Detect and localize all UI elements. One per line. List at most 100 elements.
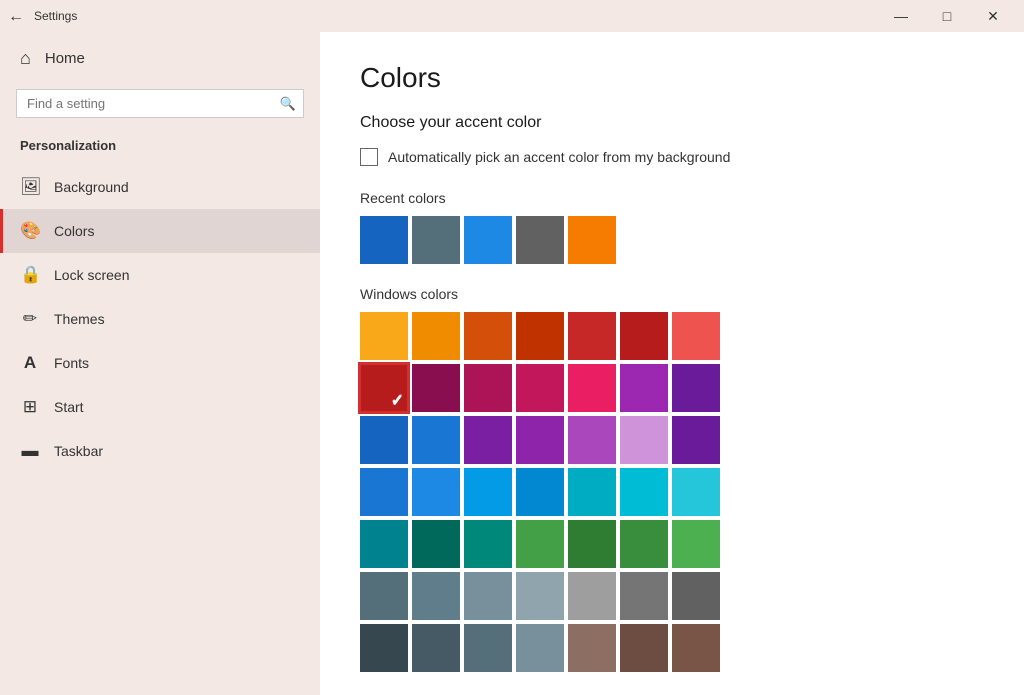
sidebar-label-taskbar: Taskbar (54, 443, 103, 459)
app-title: Settings (34, 9, 77, 23)
color-cell[interactable] (360, 416, 408, 464)
recent-color-swatch[interactable] (412, 216, 460, 264)
auto-accent-checkbox[interactable] (360, 148, 378, 166)
color-cell[interactable] (672, 364, 720, 412)
color-cell[interactable] (672, 312, 720, 360)
taskbar-icon: ▬ (20, 441, 40, 461)
sidebar-label-fonts: Fonts (54, 355, 89, 371)
close-button[interactable]: ✕ (970, 0, 1016, 32)
color-cell[interactable] (412, 572, 460, 620)
sidebar-search: 🔍 (16, 89, 304, 118)
recent-color-swatch[interactable] (464, 216, 512, 264)
color-cell[interactable] (464, 416, 512, 464)
color-cell[interactable] (516, 364, 564, 412)
color-cell[interactable] (464, 520, 512, 568)
recent-color-swatch[interactable] (360, 216, 408, 264)
sidebar-item-fonts[interactable]: A Fonts (0, 341, 320, 385)
color-cell[interactable] (568, 572, 616, 620)
color-cell[interactable] (568, 468, 616, 516)
color-cell[interactable]: ✓ (360, 364, 408, 412)
sidebar-label-lock-screen: Lock screen (54, 267, 129, 283)
sidebar-item-taskbar[interactable]: ▬ Taskbar (0, 429, 320, 473)
sidebar-label-background: Background (54, 179, 129, 195)
color-row (360, 468, 984, 516)
color-cell[interactable] (412, 468, 460, 516)
color-cell[interactable] (516, 468, 564, 516)
back-icon[interactable]: ← (8, 8, 24, 24)
color-cell[interactable] (568, 416, 616, 464)
color-row (360, 312, 984, 360)
search-input[interactable] (16, 89, 304, 118)
color-cell[interactable] (412, 520, 460, 568)
page-title: Colors (360, 62, 984, 94)
color-cell[interactable] (620, 624, 668, 672)
color-cell[interactable] (360, 624, 408, 672)
color-cell[interactable] (620, 416, 668, 464)
main-layout: ⌂ Home 🔍 Personalization 🖼 Background 🎨 … (0, 32, 1024, 695)
color-cell[interactable] (620, 468, 668, 516)
color-cell[interactable] (568, 364, 616, 412)
sidebar-item-lock-screen[interactable]: 🔒 Lock screen (0, 253, 320, 297)
start-icon: ⊞ (20, 397, 40, 417)
color-row (360, 416, 984, 464)
color-cell[interactable] (412, 312, 460, 360)
sidebar-label-colors: Colors (54, 223, 94, 239)
color-cell[interactable] (672, 572, 720, 620)
themes-icon: ✏ (20, 309, 40, 329)
color-cell[interactable] (672, 416, 720, 464)
sidebar-section-title: Personalization (0, 130, 320, 165)
color-cell[interactable] (516, 312, 564, 360)
color-cell[interactable] (568, 520, 616, 568)
color-cell[interactable] (620, 364, 668, 412)
recent-color-swatch[interactable] (516, 216, 564, 264)
sidebar-label-start: Start (54, 399, 84, 415)
sidebar: ⌂ Home 🔍 Personalization 🖼 Background 🎨 … (0, 32, 320, 695)
color-cell[interactable] (464, 468, 512, 516)
search-icon: 🔍 (280, 96, 296, 112)
background-icon: 🖼 (20, 177, 40, 197)
color-cell[interactable] (516, 624, 564, 672)
title-bar: ← Settings — □ ✕ (0, 0, 1024, 32)
fonts-icon: A (20, 353, 40, 373)
sidebar-item-home[interactable]: ⌂ Home (0, 32, 320, 85)
color-cell[interactable] (516, 416, 564, 464)
color-cell[interactable] (620, 520, 668, 568)
color-row (360, 572, 984, 620)
color-row (360, 520, 984, 568)
color-cell[interactable] (672, 624, 720, 672)
color-cell[interactable] (464, 364, 512, 412)
sidebar-item-start[interactable]: ⊞ Start (0, 385, 320, 429)
color-cell[interactable] (516, 520, 564, 568)
sidebar-item-background[interactable]: 🖼 Background (0, 165, 320, 209)
color-cell[interactable] (464, 572, 512, 620)
color-cell[interactable] (672, 520, 720, 568)
color-cell[interactable] (620, 312, 668, 360)
color-cell[interactable] (516, 572, 564, 620)
color-cell[interactable] (412, 416, 460, 464)
color-cell[interactable] (360, 468, 408, 516)
maximize-button[interactable]: □ (924, 0, 970, 32)
sidebar-item-colors[interactable]: 🎨 Colors (0, 209, 320, 253)
color-cell[interactable] (464, 624, 512, 672)
color-cell[interactable] (464, 312, 512, 360)
sidebar-item-themes[interactable]: ✏ Themes (0, 297, 320, 341)
auto-accent-checkbox-row[interactable]: Automatically pick an accent color from … (360, 148, 984, 166)
color-cell[interactable] (568, 624, 616, 672)
lock-icon: 🔒 (20, 265, 40, 285)
home-label: Home (45, 50, 85, 67)
sidebar-label-themes: Themes (54, 311, 105, 327)
color-cell[interactable] (568, 312, 616, 360)
windows-color-grid: ✓ (360, 312, 984, 672)
colors-icon: 🎨 (20, 221, 40, 241)
color-cell[interactable] (360, 312, 408, 360)
windows-colors-label: Windows colors (360, 286, 984, 302)
minimize-button[interactable]: — (878, 0, 924, 32)
color-cell[interactable] (412, 624, 460, 672)
color-cell[interactable] (672, 468, 720, 516)
color-cell[interactable] (412, 364, 460, 412)
color-cell[interactable] (360, 572, 408, 620)
recent-color-swatch[interactable] (568, 216, 616, 264)
color-cell[interactable] (360, 520, 408, 568)
window-controls: — □ ✕ (878, 0, 1016, 32)
color-cell[interactable] (620, 572, 668, 620)
